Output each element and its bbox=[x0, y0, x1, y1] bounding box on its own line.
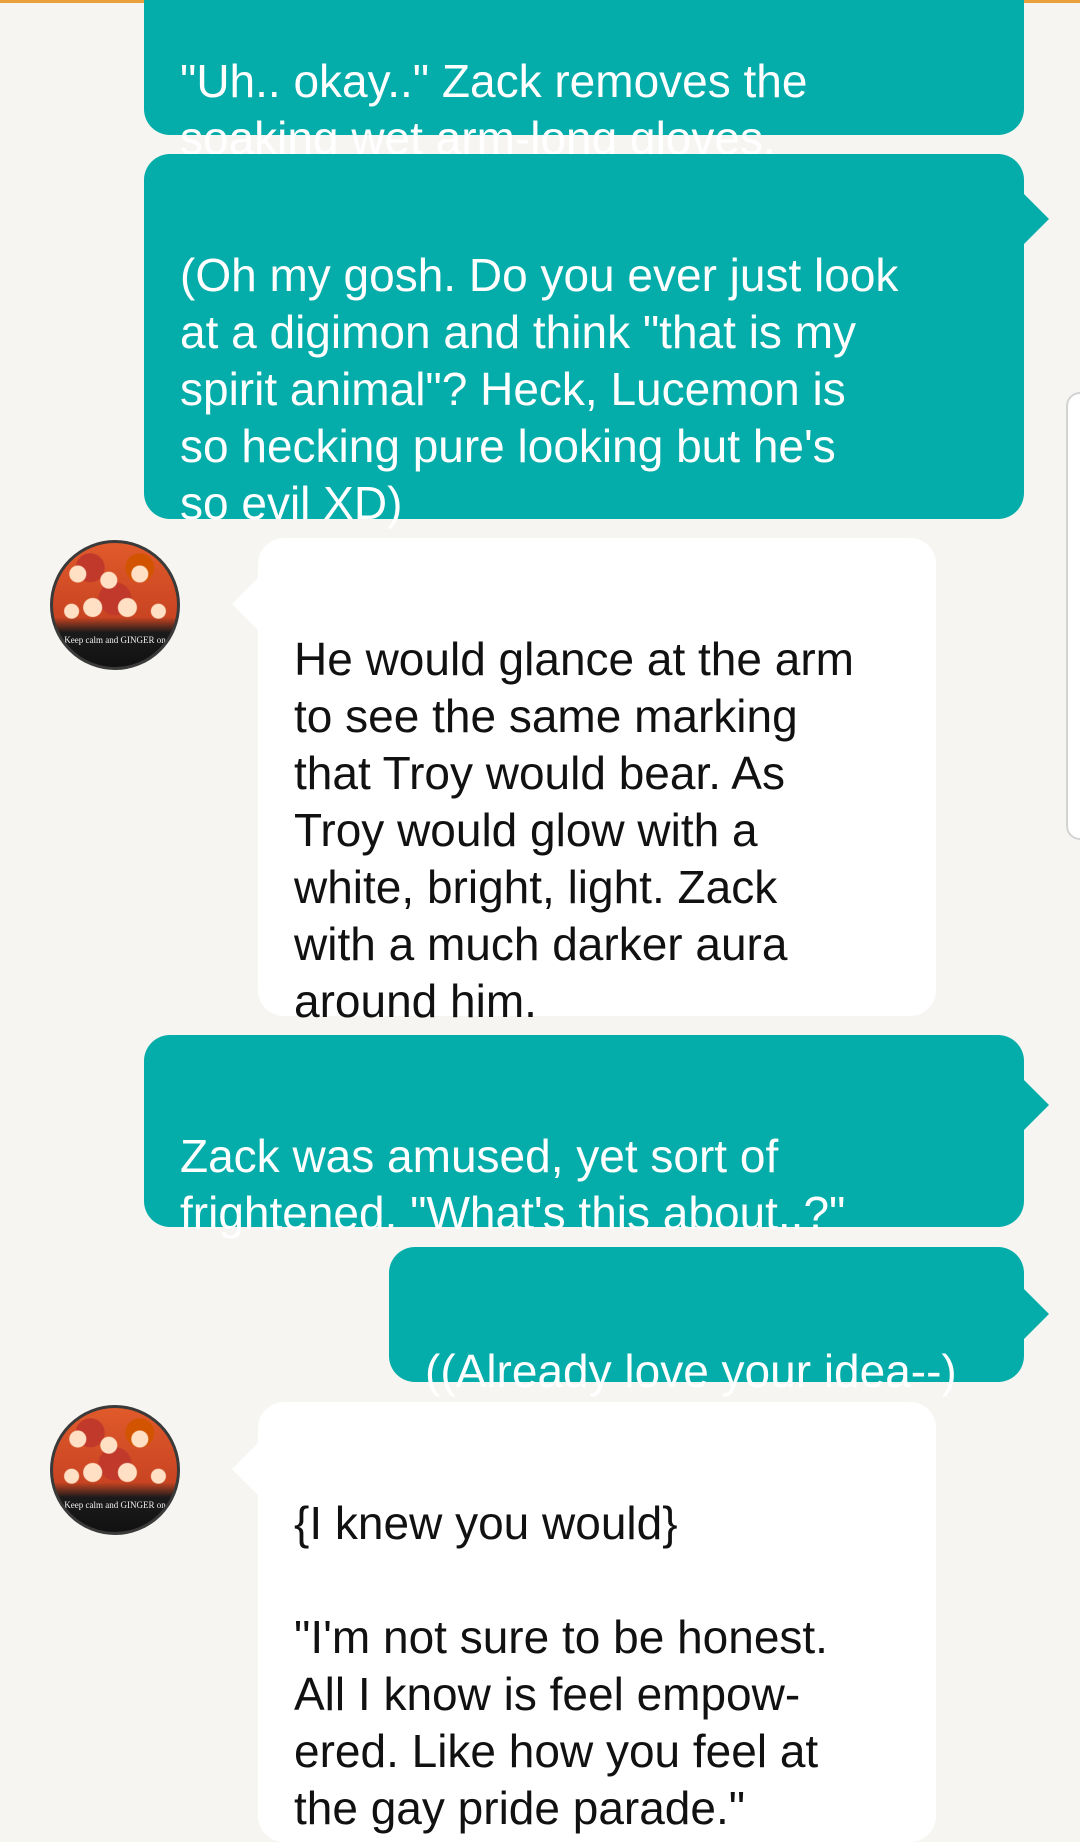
message-bubble-received[interactable]: {I knew you would} "I'm not sure to be h… bbox=[258, 1402, 936, 1842]
bubble-tail bbox=[232, 578, 258, 630]
scroll-handle[interactable] bbox=[1066, 392, 1080, 840]
bubble-tail bbox=[1022, 1078, 1049, 1132]
message-text: Zack was amused, yet sort of frightened.… bbox=[180, 1130, 846, 1239]
message-bubble-sent[interactable]: "Uh.. okay.." Zack removes the soaking w… bbox=[144, 0, 1024, 164]
message-bubble-sent[interactable]: ((Already love your idea--) bbox=[389, 1247, 1024, 1397]
message-text: "Uh.. okay.." Zack removes the soaking w… bbox=[180, 55, 808, 164]
message-bubble-sent[interactable]: Zack was amused, yet sort of frightened.… bbox=[144, 1035, 1024, 1239]
message-text: He would glance at the arm to see the sa… bbox=[294, 633, 854, 1027]
message-bubble-sent[interactable]: (Oh my gosh. Do you ever just look at a … bbox=[144, 154, 1024, 529]
avatar-caption: Keep calm and GINGER on bbox=[64, 1500, 166, 1510]
bubble-tail bbox=[1022, 192, 1049, 246]
avatar[interactable]: Keep calm and GINGER on bbox=[50, 540, 180, 670]
bubble-tail bbox=[232, 1443, 258, 1495]
bubble-tail bbox=[1022, 1287, 1049, 1341]
message-bubble-received[interactable]: He would glance at the arm to see the sa… bbox=[258, 538, 936, 1027]
message-text: {I knew you would} "I'm not sure to be h… bbox=[294, 1497, 828, 1834]
message-text: ((Already love your idea--) bbox=[425, 1345, 957, 1397]
message-text: (Oh my gosh. Do you ever just look at a … bbox=[180, 249, 899, 529]
avatar[interactable]: Keep calm and GINGER on bbox=[50, 1405, 180, 1535]
avatar-caption: Keep calm and GINGER on bbox=[64, 635, 166, 645]
